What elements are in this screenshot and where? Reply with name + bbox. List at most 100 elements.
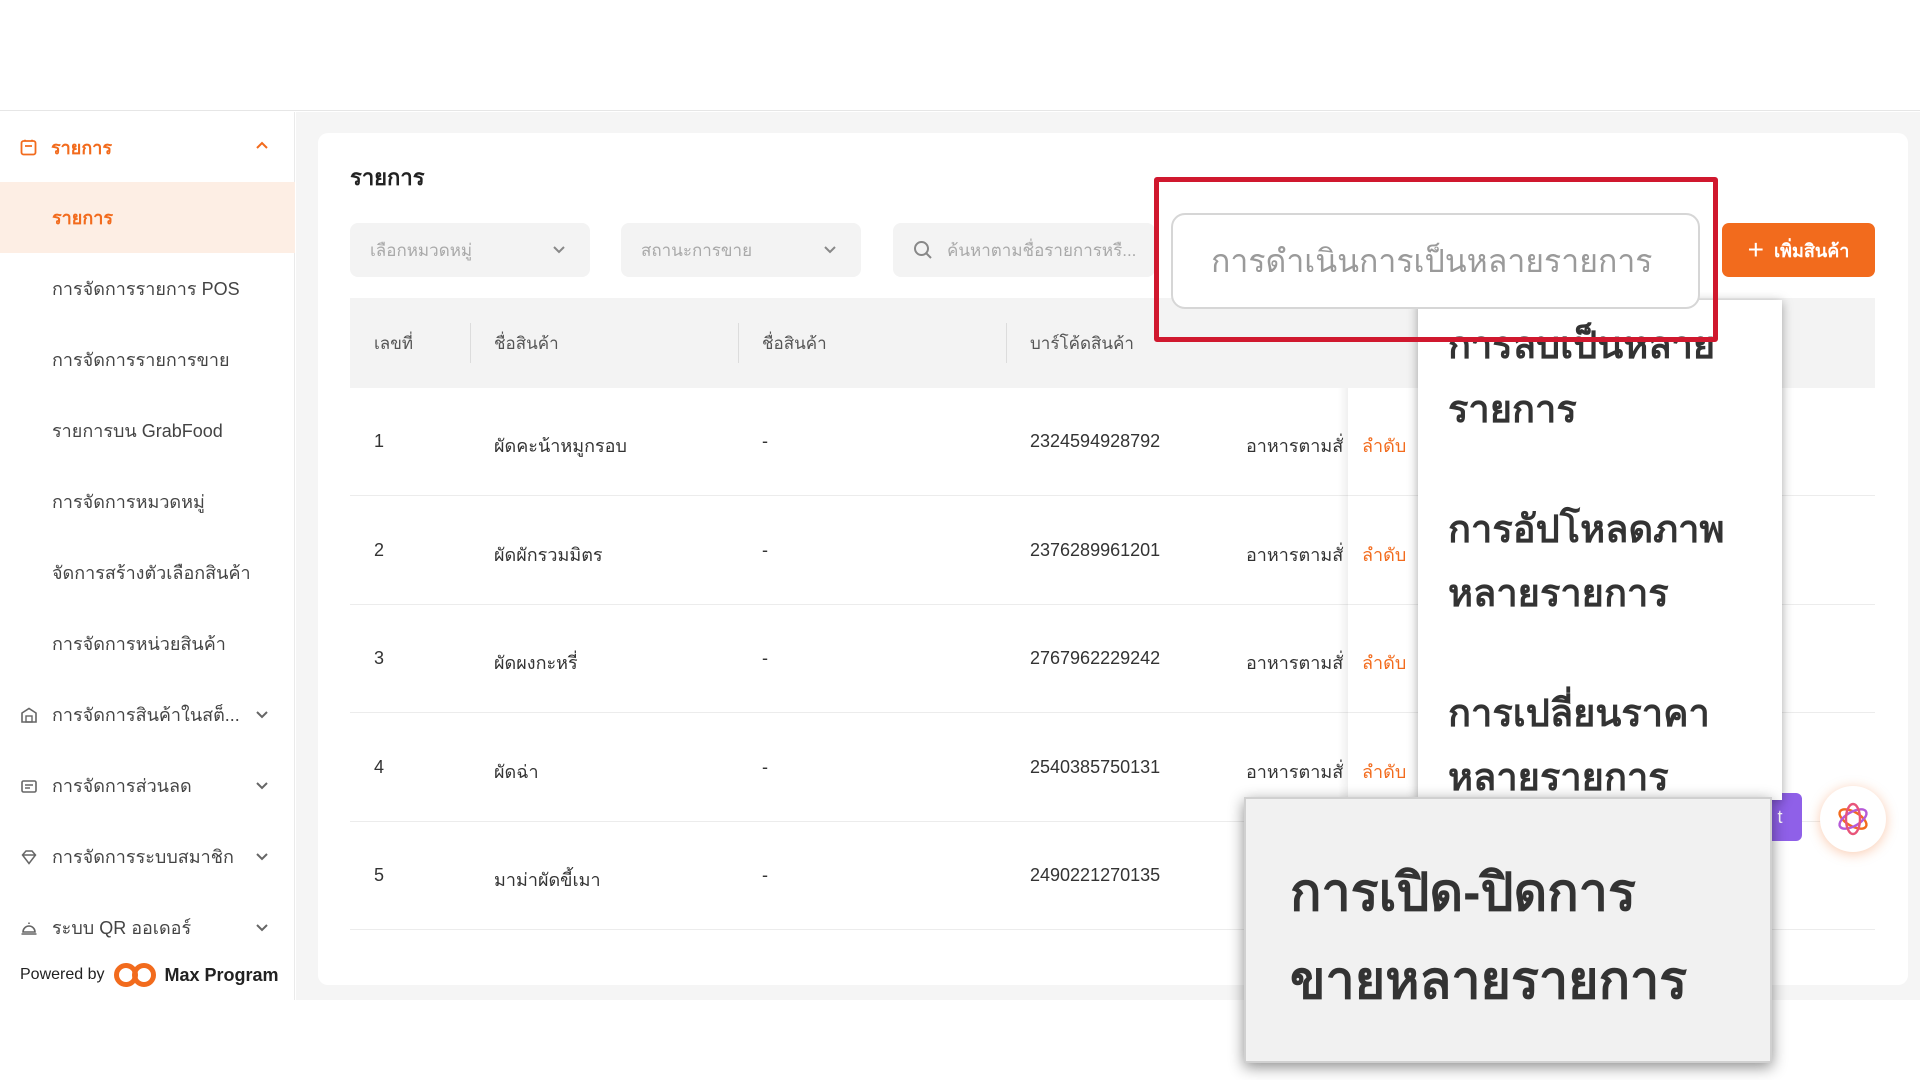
sidebar-item-items[interactable]: รายการ [0,182,295,253]
column-divider [470,323,471,363]
sidebar-item-label: การจัดการรายการ POS [52,279,240,299]
search-icon [914,241,932,259]
cell-barcode: 2324594928792 [1030,431,1161,451]
category-select[interactable]: เลือกหมวดหมู่ [350,223,590,277]
sidebar-item-label: การจัดการหน่วยสินค้า [52,634,226,654]
add-product-button[interactable]: + เพิ่มสินค้า [1722,223,1875,277]
sort-order-link[interactable]: ลำดับ [1362,648,1406,677]
cell-alt-name: - [762,757,768,777]
chevron-up-icon[interactable] [255,138,269,152]
cell-no: 4 [374,757,385,777]
bulk-actions-button[interactable]: การดำเนินการเป็นหลายรายการ [1171,213,1700,309]
cell-barcode: 2490221270135 [1030,865,1161,885]
sidebar-group-stock[interactable]: การจัดการสินค้าในสต็... [0,679,295,750]
cell-no: 5 [374,865,385,885]
add-product-label: เพิ่มสินค้า [1774,240,1850,261]
cell-category: อาหารตามสั่ง [1246,762,1344,782]
cell-barcode: 2767962229242 [1030,648,1161,668]
sale-status-select[interactable]: สถานะการขาย [621,223,861,277]
sidebar-section-items[interactable]: รายการ [0,112,295,182]
page-title: รายการ [350,165,425,190]
bulk-actions-label: การดำเนินการเป็นหลายรายการ [1211,242,1653,279]
sidebar-item-label: จัดการสร้างตัวเลือกสินค้า [52,563,251,583]
ticket-icon [21,779,37,793]
menu-item-bulk-change-price[interactable]: การเปลี่ยนราคาหลายรายการ [1448,682,1768,800]
cell-alt-name: - [762,865,768,885]
sidebar-group-qr-order[interactable]: ระบบ QR ออเดอร์ [0,892,295,963]
cell-category: อาหารตามสั่ง [1246,436,1344,456]
assistant-button[interactable] [1820,786,1886,852]
cell-barcode: 2540385750131 [1030,757,1161,777]
cell-alt-name: - [762,648,768,668]
column-header-alt-name: ชื่อสินค้า [762,333,827,353]
gem-icon [21,849,37,865]
sort-order-link[interactable]: ลำดับ [1362,757,1406,786]
sidebar: รายการ รายการ การจัดการรายการ POS การจัด… [0,112,295,1000]
cell-name: ผัดคะน้าหมูกรอบ [494,436,627,456]
search-input[interactable]: ค้นหาตามชื่อรายการหรื... [893,223,1155,277]
cell-name: ผัดผงกะหรี่ [494,653,578,673]
column-divider [1006,323,1007,363]
chevron-down-icon [553,246,565,254]
category-select-placeholder: เลือกหมวดหมู่ [370,240,473,260]
service-bell-icon [21,922,37,935]
cell-category: อาหารตามสั่ง [1246,545,1344,565]
sidebar-item-sales[interactable]: การจัดการรายการขาย [0,324,295,395]
cell-name: มาม่าผัดขี้เมา [494,870,601,890]
assistant-orb-icon [1838,802,1868,836]
sidebar-item-label: รายการบน GrabFood [52,421,223,441]
sidebar-item-options[interactable]: จัดการสร้างตัวเลือกสินค้า [0,537,295,608]
sidebar-section-label: รายการ [51,137,112,158]
bulk-actions-menu: การลบเป็นหลายรายการ การอัปโหลดภาพหลายราย… [1418,300,1782,800]
sidebar-group-label: การจัดการระบบสมาชิก [52,847,234,867]
sidebar-group-membership[interactable]: การจัดการระบบสมาชิก [0,821,295,892]
sale-status-placeholder: สถานะการขาย [641,240,753,260]
chevron-down-icon [256,924,268,932]
sidebar-item-categories[interactable]: การจัดการหมวดหมู่ [0,466,295,537]
sidebar-item-label: การจัดการหมวดหมู่ [52,492,205,512]
column-header-barcode: บาร์โค้ดสินค้า [1030,333,1134,353]
chevron-down-icon [256,782,268,790]
sort-order-link[interactable]: ลำดับ [1362,431,1406,460]
sidebar-group-label: ระบบ QR ออเดอร์ [52,918,192,938]
sidebar-item-units[interactable]: การจัดการหน่วยสินค้า [0,608,295,679]
sidebar-item-label: การจัดการรายการขาย [52,350,230,370]
chevron-down-icon [256,711,268,719]
column-divider [738,323,739,363]
chevron-down-icon [256,853,268,861]
menu-item-bulk-toggle-sale[interactable]: การเปิด-ปิดการ ขายหลายรายการ [1244,797,1772,1063]
powered-by-text: Powered by [20,966,105,983]
sort-order-link[interactable]: ลำดับ [1362,540,1406,569]
column-header-no: เลขที่ [374,333,414,353]
powered-by: Powered by Max Program [20,962,279,988]
chevron-down-icon [824,246,836,254]
menu-item-bulk-upload-images[interactable]: การอัปโหลดภาพหลายรายการ [1448,498,1768,626]
brand-name: Max Program [164,964,279,985]
sidebar-group-label: การจัดการสินค้าในสต็... [52,705,240,725]
search-placeholder: ค้นหาตามชื่อรายการหรื... [947,240,1137,260]
cell-alt-name: - [762,431,768,451]
sidebar-item-grabfood[interactable]: รายการบน GrabFood [0,395,295,466]
warehouse-icon [21,707,37,723]
max-program-logo-icon [113,963,156,987]
cell-barcode: 2376289961201 [1030,540,1161,560]
cell-category: อาหารตามสั่ง [1246,653,1344,673]
zoom-callout-line: การเปิด-ปิดการ [1290,864,1636,922]
zoom-callout-text: การเปิด-ปิดการ ขายหลายรายการ [1290,849,1687,1025]
cell-no: 1 [374,431,385,451]
cell-no: 2 [374,540,385,560]
sidebar-item-label: รายการ [52,208,113,228]
cell-alt-name: - [762,540,768,560]
plus-icon: + [1747,234,1765,265]
sidebar-group-discounts[interactable]: การจัดการส่วนลด [0,750,295,821]
cell-name: ผัดผักรวมมิตร [494,545,603,565]
sidebar-item-pos[interactable]: การจัดการรายการ POS [0,253,295,324]
sidebar-group-label: การจัดการส่วนลด [52,776,192,796]
zoom-callout-line: ขายหลายรายการ [1290,952,1688,1010]
clipboard-icon [20,139,37,155]
help-chip-label: t [1777,806,1783,827]
column-header-name: ชื่อสินค้า [494,333,559,353]
top-bar [0,0,1920,111]
cell-name: ผัดฉ่า [494,762,539,782]
cell-no: 3 [374,648,385,668]
